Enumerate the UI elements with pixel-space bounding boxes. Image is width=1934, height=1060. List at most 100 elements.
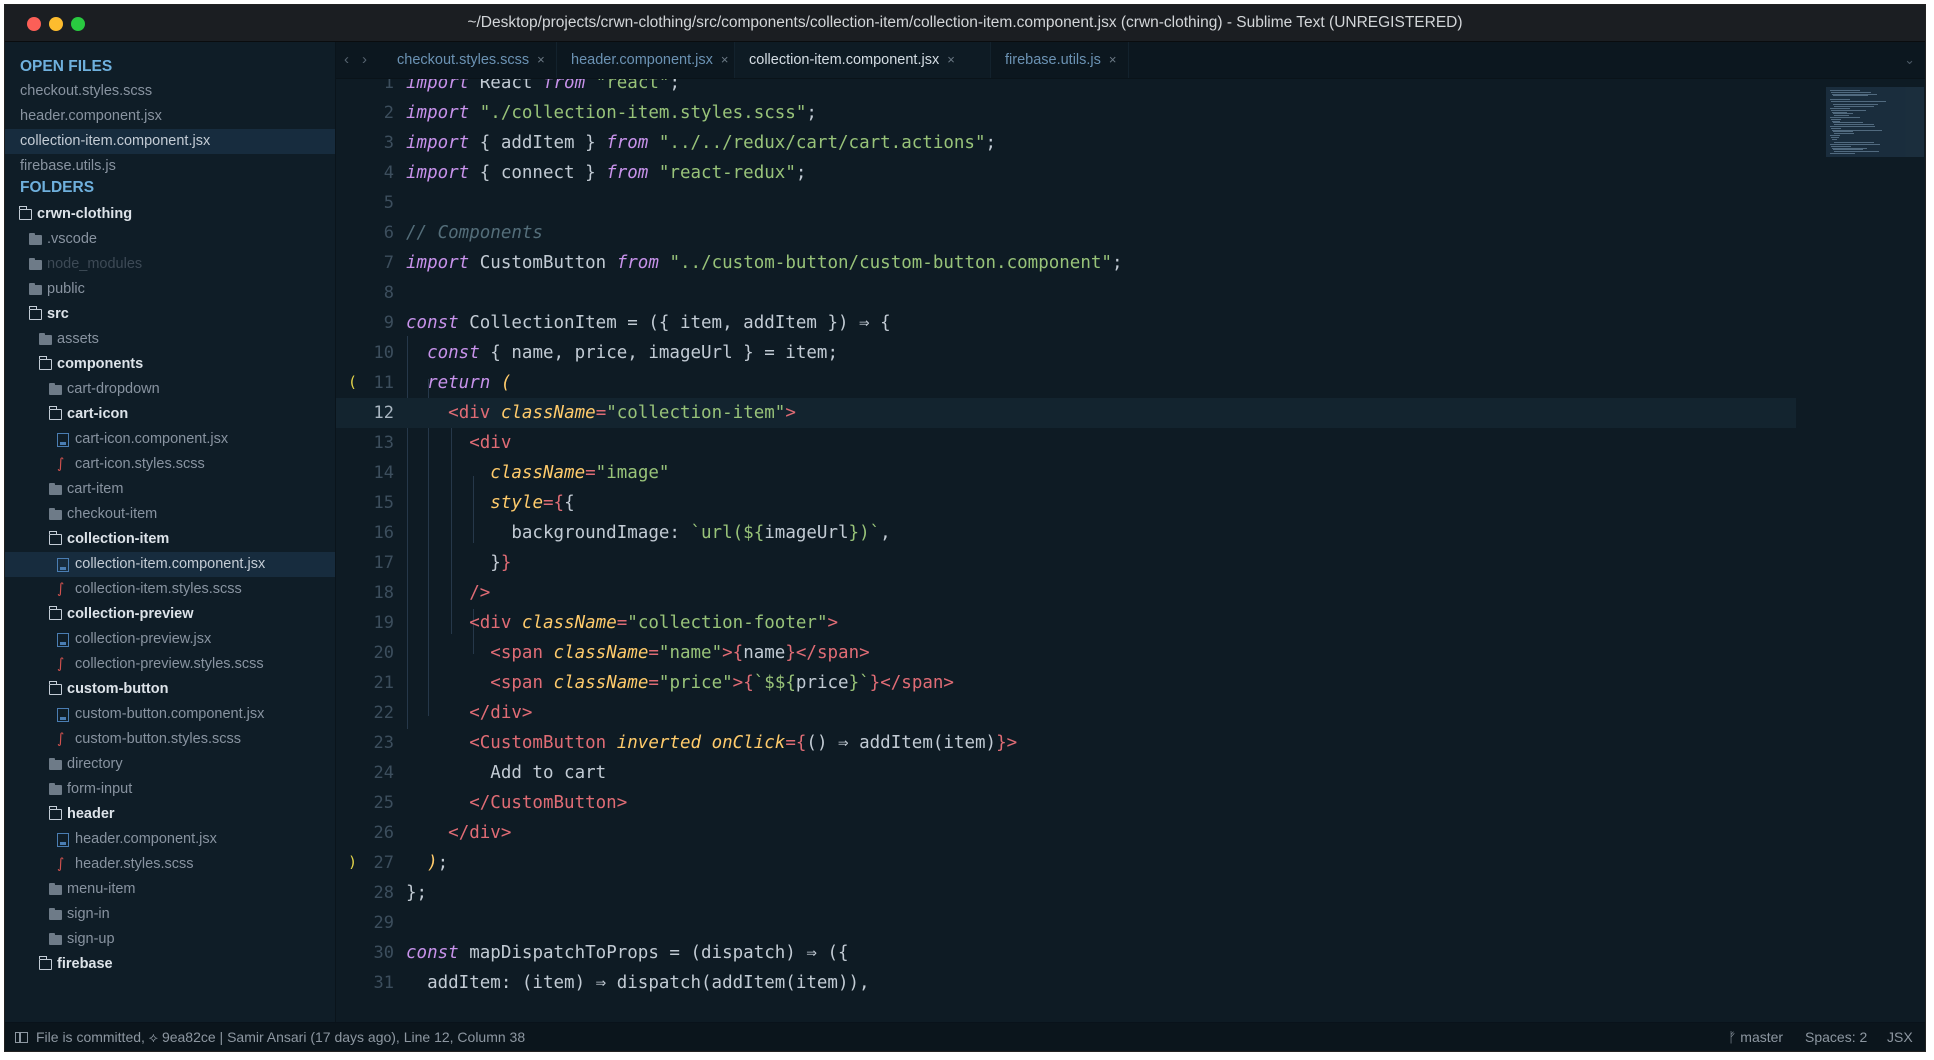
line-number[interactable]: 22	[336, 698, 394, 728]
tree-file[interactable]: collection-preview.jsx	[5, 627, 335, 652]
line-number[interactable]: 21	[336, 668, 394, 698]
tree-file[interactable]: header.component.jsx	[5, 827, 335, 852]
tree-file[interactable]: ∫ header.styles.scss	[5, 852, 335, 877]
code-line[interactable]: </div>	[406, 698, 532, 728]
code-line[interactable]: );	[406, 848, 448, 878]
close-tab-icon[interactable]: ×	[947, 52, 955, 67]
line-number[interactable]: 5	[336, 188, 394, 218]
line-number[interactable]: 6	[336, 218, 394, 248]
code-line[interactable]: />	[406, 578, 490, 608]
line-number[interactable]: 4	[336, 158, 394, 188]
code-line[interactable]: Add to cart	[406, 758, 606, 788]
code-editor[interactable]: 1 import React from "react"; 2 import "./co…	[336, 79, 1925, 1022]
open-file-item[interactable]: checkout.styles.scss	[5, 79, 335, 104]
tree-file[interactable]: ∫ cart-icon.styles.scss	[5, 452, 335, 477]
tab-forward-icon[interactable]: ›	[362, 42, 367, 78]
open-file-item[interactable]: header.component.jsx	[5, 104, 335, 129]
tree-folder[interactable]: collection-preview	[5, 602, 335, 627]
tree-folder[interactable]: cart-icon	[5, 402, 335, 427]
code-line[interactable]: style={{	[406, 488, 574, 518]
tree-folder[interactable]: sign-in	[5, 902, 335, 927]
editor-tab[interactable]: header.component.jsx ×	[557, 42, 735, 78]
line-number[interactable]: 28	[336, 878, 394, 908]
tree-folder[interactable]: public	[5, 277, 335, 302]
line-number[interactable]: 25	[336, 788, 394, 818]
line-number[interactable]: 23	[336, 728, 394, 758]
tree-folder[interactable]: directory	[5, 752, 335, 777]
tree-folder[interactable]: components	[5, 352, 335, 377]
line-number[interactable]: 10	[336, 338, 394, 368]
line-number[interactable]: 3	[336, 128, 394, 158]
line-number[interactable]: 11	[336, 368, 394, 398]
tree-folder[interactable]: assets	[5, 327, 335, 352]
line-number[interactable]: 24	[336, 758, 394, 788]
syntax-selector[interactable]: JSX	[1887, 1023, 1913, 1051]
line-number[interactable]: 9	[336, 308, 394, 338]
code-line[interactable]: }}	[406, 548, 511, 578]
code-line[interactable]: className="image"	[406, 458, 669, 488]
code-line[interactable]: <div	[406, 428, 511, 458]
sidebar-toggle-icon[interactable]	[15, 1032, 28, 1043]
code-line[interactable]: <span className="price">{`$${price}`}</s…	[406, 668, 954, 698]
minimap[interactable]	[1826, 87, 1924, 157]
line-number[interactable]: 17	[336, 548, 394, 578]
tree-file[interactable]: ∫ collection-preview.styles.scss	[5, 652, 335, 677]
tree-folder[interactable]: crwn-clothing	[5, 202, 335, 227]
tree-folder[interactable]: cart-dropdown	[5, 377, 335, 402]
line-number[interactable]: 14	[336, 458, 394, 488]
line-number[interactable]: 8	[336, 278, 394, 308]
tree-folder[interactable]: custom-button	[5, 677, 335, 702]
line-number[interactable]: 20	[336, 638, 394, 668]
tree-file[interactable]: collection-item.component.jsx	[5, 552, 335, 577]
line-number[interactable]: 31	[336, 968, 394, 998]
code-line[interactable]: import "./collection-item.styles.scss";	[406, 98, 817, 128]
tree-folder[interactable]: cart-item	[5, 477, 335, 502]
tree-file[interactable]: custom-button.component.jsx	[5, 702, 335, 727]
code-line[interactable]: const mapDispatchToProps = (dispatch) ⇒ …	[406, 938, 849, 968]
code-line[interactable]: return (	[406, 368, 511, 398]
code-line[interactable]: <div className="collection-item">	[406, 398, 796, 428]
code-line[interactable]: </div>	[406, 818, 511, 848]
line-number[interactable]: 2	[336, 98, 394, 128]
line-number[interactable]: 29	[336, 908, 394, 938]
code-line[interactable]: </CustomButton>	[406, 788, 627, 818]
code-line[interactable]: addItem: (item) ⇒ dispatch(addItem(item)…	[406, 968, 870, 998]
tree-folder[interactable]: node_modules	[5, 252, 335, 277]
code-line[interactable]: <span className="name">{name}</span>	[406, 638, 869, 668]
line-number[interactable]: 1	[336, 79, 394, 98]
code-line[interactable]: backgroundImage: `url(${imageUrl})`,	[406, 518, 890, 548]
tree-folder[interactable]: checkout-item	[5, 502, 335, 527]
editor-tab[interactable]: firebase.utils.js ×	[991, 42, 1129, 78]
tree-file[interactable]: ∫ collection-item.styles.scss	[5, 577, 335, 602]
code-line[interactable]: const { name, price, imageUrl } = item;	[406, 338, 838, 368]
tree-folder[interactable]: collection-item	[5, 527, 335, 552]
tree-folder[interactable]: menu-item	[5, 877, 335, 902]
code-line[interactable]: import CustomButton from "../custom-butt…	[406, 248, 1123, 278]
line-number[interactable]: 16	[336, 518, 394, 548]
code-line[interactable]: };	[406, 878, 427, 908]
code-line[interactable]: <CustomButton inverted onClick={() ⇒ add…	[406, 728, 1017, 758]
line-number[interactable]: 18	[336, 578, 394, 608]
tree-folder[interactable]: header	[5, 802, 335, 827]
tab-back-icon[interactable]: ‹	[344, 42, 349, 78]
tree-folder[interactable]: form-input	[5, 777, 335, 802]
editor-tab[interactable]: checkout.styles.scss ×	[383, 42, 557, 78]
code-line[interactable]: // Components	[406, 218, 543, 248]
code-line[interactable]: const CollectionItem = ({ item, addItem …	[406, 308, 891, 338]
line-number[interactable]: 19	[336, 608, 394, 638]
line-number[interactable]: 13	[336, 428, 394, 458]
tree-folder[interactable]: .vscode	[5, 227, 335, 252]
close-tab-icon[interactable]: ×	[537, 52, 545, 67]
open-file-item[interactable]: firebase.utils.js	[5, 154, 335, 179]
line-number[interactable]: 7	[336, 248, 394, 278]
line-number[interactable]: 26	[336, 818, 394, 848]
close-tab-icon[interactable]: ×	[721, 52, 729, 67]
tree-file[interactable]: ∫ custom-button.styles.scss	[5, 727, 335, 752]
code-line[interactable]: import { addItem } from "../../redux/car…	[406, 128, 996, 158]
editor-tab[interactable]: collection-item.component.jsx ×	[735, 42, 991, 78]
close-tab-icon[interactable]: ×	[1109, 52, 1117, 67]
tree-folder[interactable]: src	[5, 302, 335, 327]
tab-overflow-icon[interactable]: ⌄	[1904, 42, 1915, 78]
tree-folder[interactable]: firebase	[5, 952, 335, 977]
code-line[interactable]: import { connect } from "react-redux";	[406, 158, 806, 188]
